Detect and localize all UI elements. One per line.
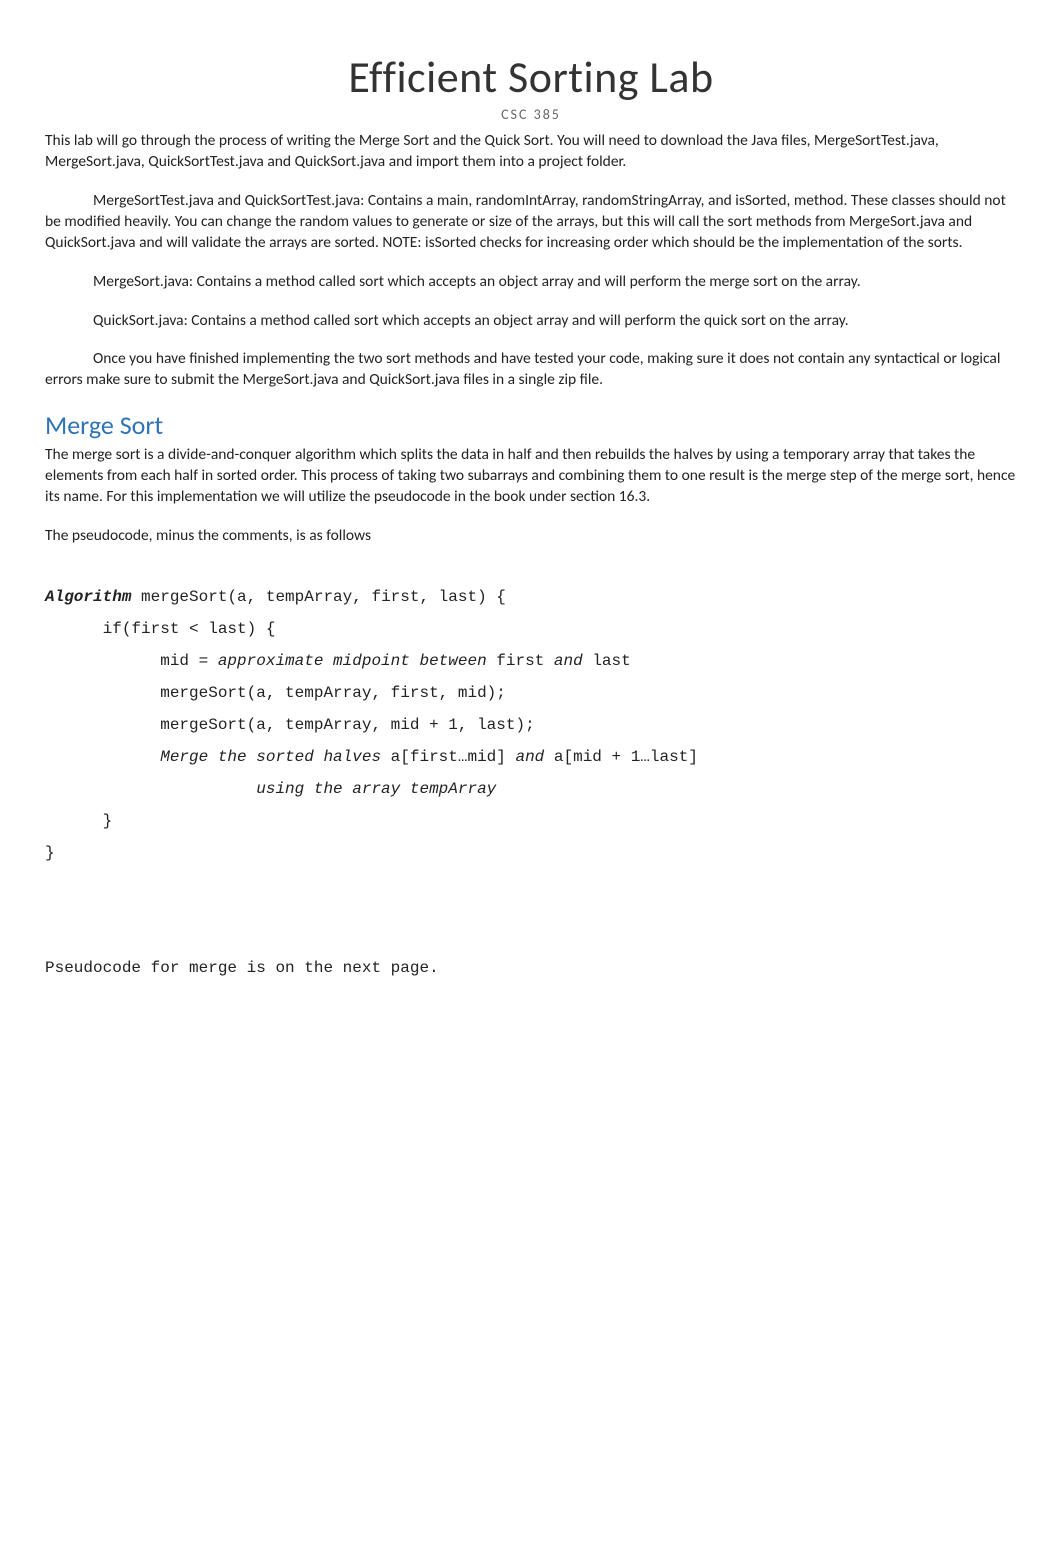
code-line-5: mergeSort(a, tempArray, mid + 1, last); (45, 716, 535, 734)
code-line-3e: last (592, 652, 630, 670)
code-line-6c: a[first…mid] (391, 748, 506, 766)
intro-paragraph: This lab will go through the process of … (45, 131, 1017, 173)
code-line-4: mergeSort(a, tempArray, first, mid); (45, 684, 506, 702)
merge-sort-description: The merge sort is a divide-and-conquer a… (45, 445, 1017, 508)
paragraph-quicksort-file: QuickSort.java: Contains a method called… (45, 311, 1017, 332)
code-line-6d: and (506, 748, 554, 766)
course-code: CSC 385 (45, 106, 1017, 123)
merge-sort-heading: Merge Sort (45, 409, 1017, 441)
footnote-next-page: Pseudocode for merge is on the next page… (45, 959, 1017, 977)
code-line-6b: Merge the sorted halves (160, 748, 390, 766)
code-line-3d: and (544, 652, 592, 670)
paragraph-submission: Once you have finished implementing the … (45, 349, 1017, 391)
paragraph-mergesort-file: MergeSort.java: Contains a method called… (45, 272, 1017, 293)
code-line-3a: mid = (45, 652, 218, 670)
code-line-3c: first (496, 652, 544, 670)
code-line-7: using the array tempArray (45, 780, 496, 798)
code-line-1b: mergeSort(a, tempArray, first, last) { (131, 588, 505, 606)
code-line-6e: a[mid + 1…last] (554, 748, 698, 766)
pseudocode-block: Algorithm mergeSort(a, tempArray, first,… (45, 581, 1017, 869)
paragraph-testfiles: MergeSortTest.java and QuickSortTest.jav… (45, 191, 1017, 254)
page-title: Efficient Sorting Lab (45, 50, 1017, 104)
code-line-3b: approximate midpoint between (218, 652, 496, 670)
code-line-9: } (45, 844, 55, 862)
code-line-8: } (45, 812, 112, 830)
code-keyword-algorithm: Algorithm (45, 588, 131, 606)
pseudocode-intro: The pseudocode, minus the comments, is a… (45, 526, 1017, 547)
code-line-6a (45, 748, 160, 766)
code-line-2: if(first < last) { (45, 620, 275, 638)
